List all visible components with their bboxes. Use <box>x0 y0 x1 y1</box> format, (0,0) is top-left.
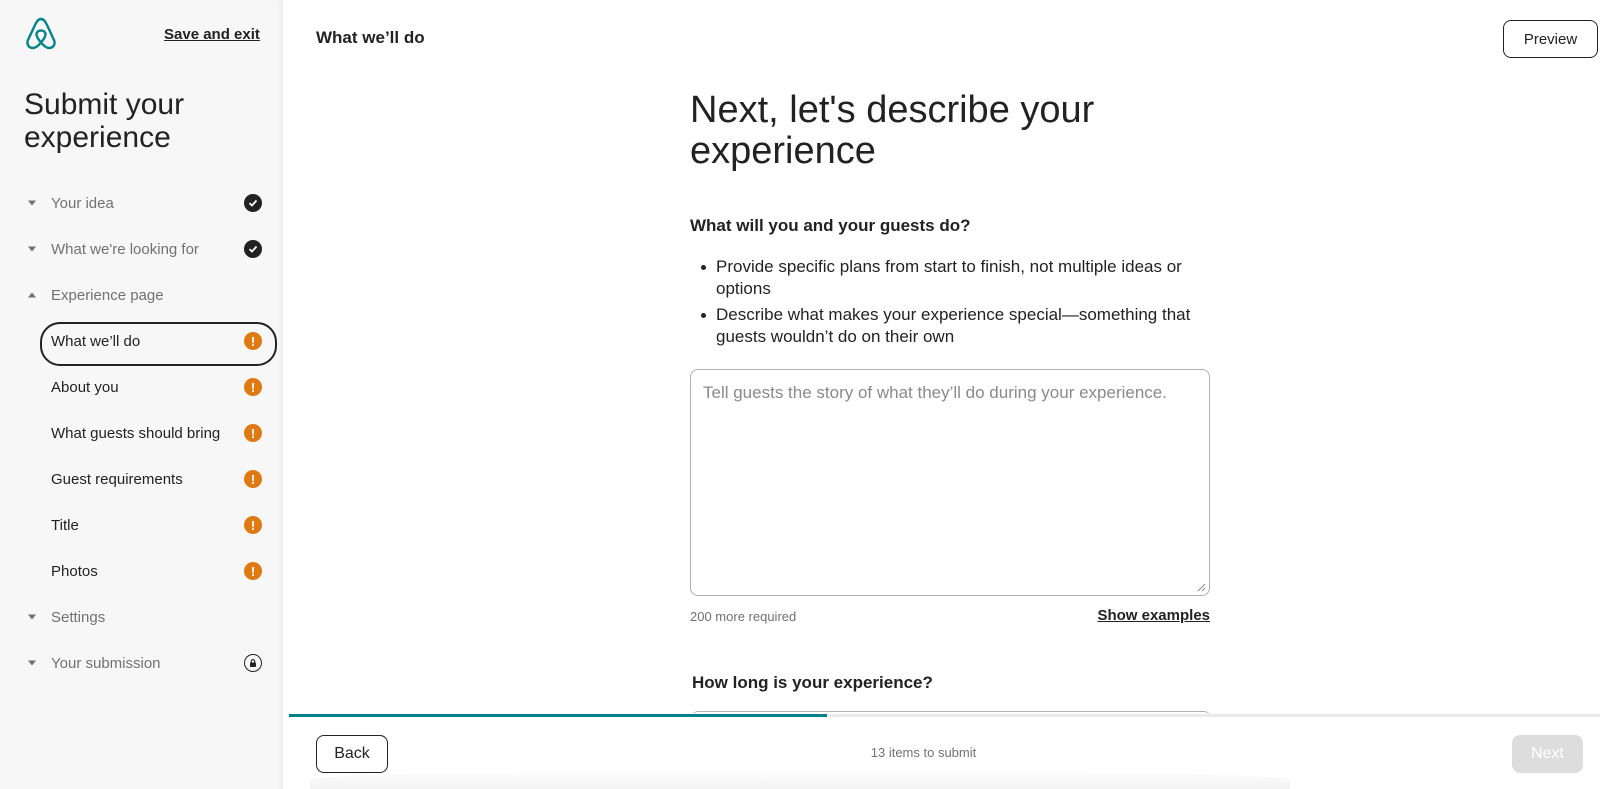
show-examples-link[interactable]: Show examples <box>1097 607 1210 624</box>
sidebar-item-your-idea[interactable]: Your idea <box>0 180 283 226</box>
sidebar: Save and exit Submit your experience You… <box>0 0 283 789</box>
sidebar-item-label: What guests should bring <box>51 424 221 442</box>
description-textarea[interactable] <box>690 369 1210 596</box>
caret-down-icon <box>28 614 36 620</box>
items-to-submit-wrapper: 13 items to submit <box>289 745 1600 760</box>
sidebar-item-title[interactable]: Title ! <box>0 502 283 548</box>
page-header-title: What we’ll do <box>316 28 425 47</box>
sidebar-item-label: Your submission <box>51 654 161 672</box>
alert-icon: ! <box>244 470 262 488</box>
character-count: 200 more required <box>690 609 797 624</box>
sidebar-item-label: About you <box>51 378 119 396</box>
sidebar-item-label: Photos <box>51 562 98 580</box>
tip-item: Provide specific plans from start to fin… <box>690 256 1210 300</box>
sidebar-item-what-were-looking-for[interactable]: What we're looking for <box>0 226 283 272</box>
items-to-submit-text: 13 items to submit <box>870 745 977 760</box>
caret-up-icon <box>28 292 36 298</box>
sidebar-item-label: Guest requirements <box>51 470 183 488</box>
tips-list: Provide specific plans from start to fin… <box>690 256 1210 352</box>
sidebar-item-what-guests-should-bring[interactable]: What guests should bring ! <box>0 410 283 456</box>
page-heading: Next, let's describe your experience <box>690 89 1095 172</box>
save-and-exit-link[interactable]: Save and exit <box>164 26 260 43</box>
duration-question-label: How long is your experience? <box>692 673 933 692</box>
sidebar-item-about-you[interactable]: About you ! <box>0 364 283 410</box>
sidebar-item-settings[interactable]: Settings <box>0 594 283 640</box>
footer-shadow <box>310 770 1290 789</box>
caret-down-icon <box>28 200 36 206</box>
alert-icon: ! <box>244 562 262 580</box>
airbnb-logo-icon[interactable] <box>24 16 58 52</box>
sidebar-item-label: Title <box>51 516 79 534</box>
check-circle-icon <box>244 194 262 212</box>
sidebar-item-label: Your idea <box>51 194 114 212</box>
preview-button[interactable]: Preview <box>1503 20 1598 58</box>
sidebar-item-guest-requirements[interactable]: Guest requirements ! <box>0 456 283 502</box>
sidebar-item-label: Settings <box>51 608 106 626</box>
sidebar-item-label: What we're looking for <box>51 240 199 258</box>
alert-icon: ! <box>244 516 262 534</box>
sidebar-item-your-submission[interactable]: Your submission <box>0 640 283 686</box>
tip-item: Describe what makes your experience spec… <box>690 304 1210 348</box>
alert-icon: ! <box>244 424 262 442</box>
next-button[interactable]: Next <box>1512 735 1583 773</box>
sidebar-item-photos[interactable]: Photos ! <box>0 548 283 594</box>
lock-icon <box>244 654 262 672</box>
question-label: What will you and your guests do? <box>690 216 971 235</box>
sidebar-item-label: Experience page <box>51 286 164 304</box>
sidebar-title: Submit your experience <box>24 88 185 154</box>
caret-down-icon <box>28 246 36 252</box>
caret-down-icon <box>28 660 36 666</box>
check-circle-icon <box>244 240 262 258</box>
sidebar-item-label: What we’ll do <box>51 332 141 350</box>
sidebar-item-what-well-do[interactable]: What we’ll do ! <box>0 318 283 366</box>
sidebar-nav: Your idea What we're looking for Experie… <box>0 180 283 686</box>
resize-handle-icon[interactable] <box>1196 582 1206 592</box>
alert-icon: ! <box>244 378 262 396</box>
sidebar-item-experience-page[interactable]: Experience page <box>0 272 283 318</box>
alert-icon: ! <box>244 332 262 350</box>
